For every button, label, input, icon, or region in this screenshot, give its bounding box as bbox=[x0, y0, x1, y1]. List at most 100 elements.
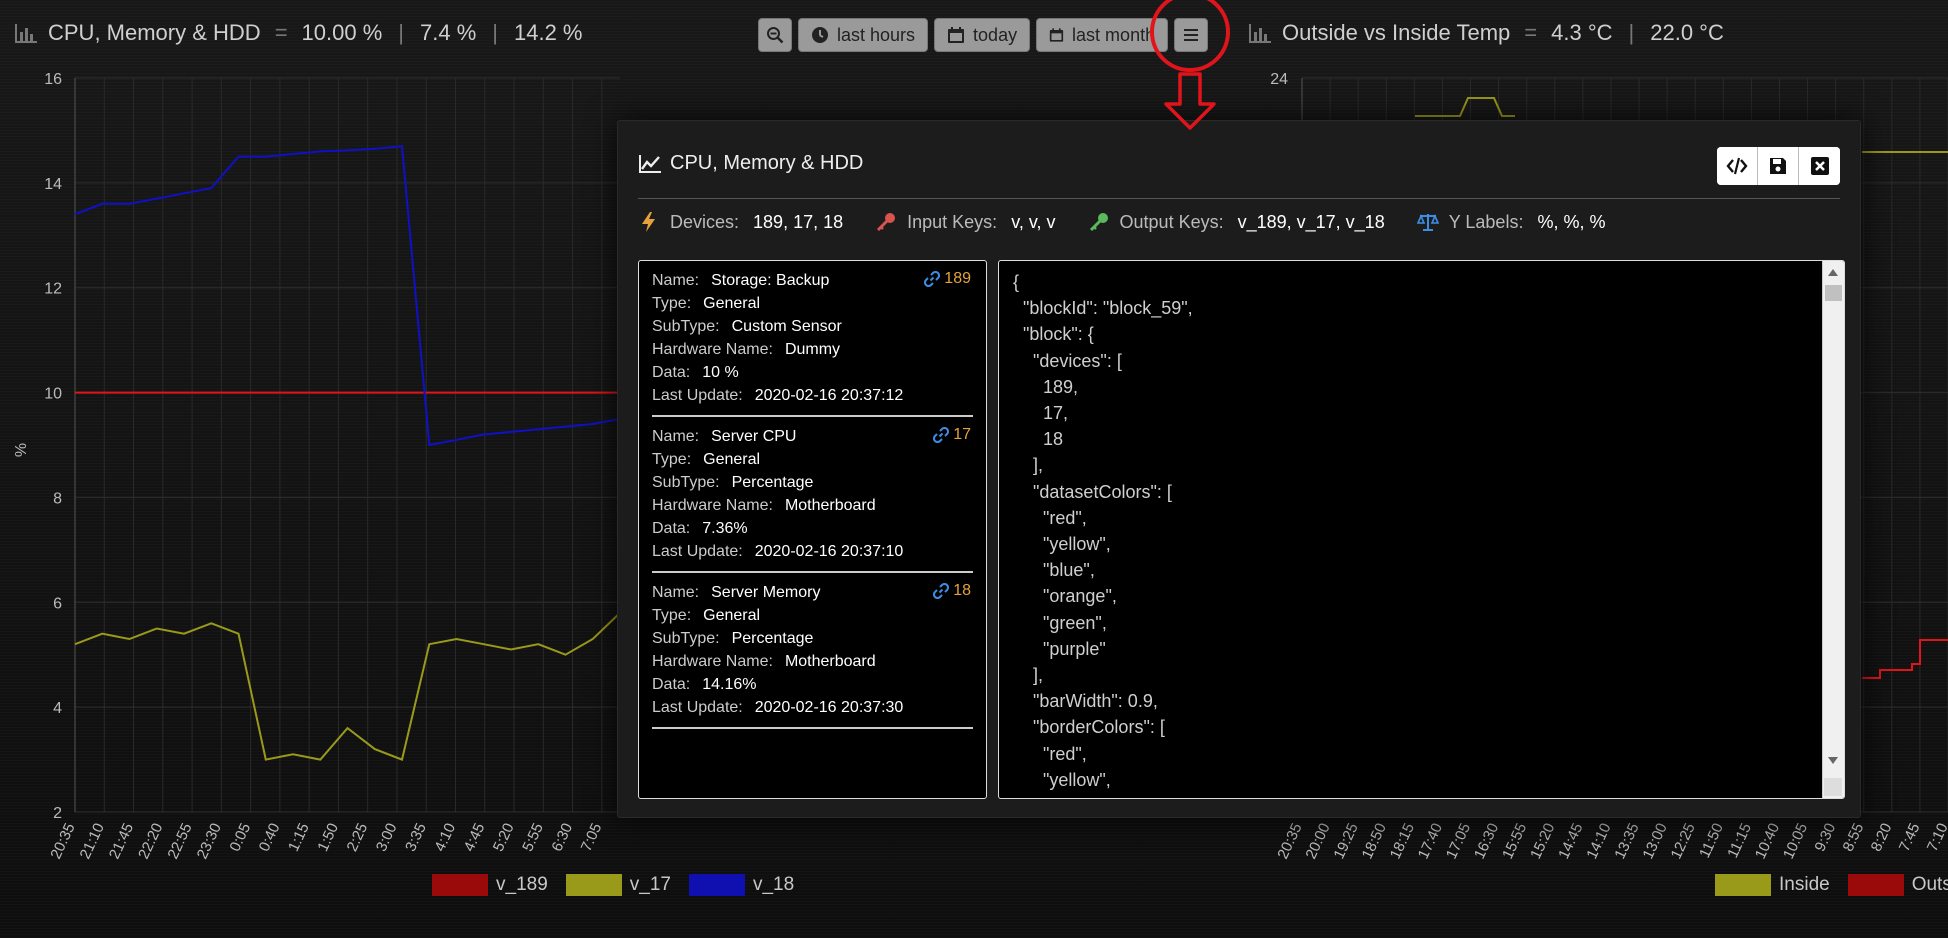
save-button[interactable] bbox=[1758, 147, 1799, 185]
x-tick-label: 20:00 bbox=[1302, 821, 1333, 862]
device-field-type: Type: General bbox=[652, 294, 761, 312]
key-icon bbox=[1089, 213, 1108, 232]
devices-panel: Name: Storage: Backup Type: General SubType:… bbox=[638, 260, 987, 799]
last-hours-label: last hours bbox=[837, 24, 916, 45]
device-link[interactable]: 17 bbox=[933, 426, 971, 444]
calendar-icon bbox=[948, 27, 965, 43]
x-tick-label: 17:05 bbox=[1443, 821, 1474, 862]
x-tick-label: 11:15 bbox=[1724, 821, 1755, 861]
close-icon bbox=[1810, 157, 1829, 175]
x-tick-label: 7:05 bbox=[578, 821, 606, 855]
legend-item[interactable]: v_189 bbox=[432, 874, 548, 896]
device-field-hardware: Hardware Name: Motherboard bbox=[652, 496, 876, 514]
cpu-chart-header: CPU, Memory & HDD = 10.00 % | 7.4 % | 14… bbox=[14, 20, 582, 46]
legend-item[interactable]: Inside bbox=[1715, 874, 1830, 896]
x-tick-label: 6:30 bbox=[548, 821, 576, 855]
block-json-text[interactable]: { "blockId": "block_59", "block": { "dev… bbox=[1013, 269, 1193, 798]
x-tick-label: 10:40 bbox=[1752, 821, 1783, 862]
last-month-label: last month bbox=[1072, 24, 1156, 45]
devices-value: 189, 17, 18 bbox=[753, 211, 844, 232]
cpu-chart-value-3: 14.2 % bbox=[513, 20, 583, 45]
x-tick-label: 3:00 bbox=[373, 821, 401, 855]
key-icon bbox=[877, 213, 896, 232]
legend-item[interactable]: v_17 bbox=[565, 874, 671, 896]
x-tick-label: 21:45 bbox=[106, 821, 137, 862]
x-tick-label: 13:00 bbox=[1639, 821, 1670, 862]
x-tick-label: 5:20 bbox=[490, 821, 518, 855]
device-field-hardware: Hardware Name: Motherboard bbox=[652, 652, 876, 670]
x-tick-label: 19:25 bbox=[1331, 821, 1362, 862]
editor-scrollbar[interactable] bbox=[1822, 261, 1844, 798]
x-tick-label: 7:10 bbox=[1924, 821, 1948, 855]
last-hours-button[interactable]: last hours bbox=[798, 18, 929, 52]
y-tick-label: 10 bbox=[44, 386, 62, 403]
block-json-editor[interactable]: { "blockId": "block_59", "block": { "dev… bbox=[998, 260, 1845, 799]
y-labels-value: %, %, % bbox=[1537, 211, 1606, 232]
input-keys-label: Input Keys: bbox=[907, 211, 998, 232]
x-tick-label: 16:30 bbox=[1471, 821, 1502, 862]
legend-item[interactable]: Outside bbox=[1847, 874, 1948, 896]
zoom-out-button[interactable] bbox=[758, 18, 792, 52]
x-tick-label: 22:20 bbox=[135, 821, 166, 862]
resize-grip-icon[interactable] bbox=[1824, 778, 1842, 796]
x-tick-label: 15:55 bbox=[1499, 821, 1530, 862]
device-field-subtype: SubType: Custom Sensor bbox=[652, 317, 842, 335]
scroll-up-icon[interactable] bbox=[1828, 269, 1838, 276]
temp-chart-header: Outside vs Inside Temp = 4.3 °C | 22.0 °… bbox=[1248, 20, 1724, 46]
close-button[interactable] bbox=[1799, 147, 1840, 185]
device-field-type: Type: General bbox=[652, 606, 761, 624]
x-tick-label: 14:45 bbox=[1555, 821, 1586, 862]
x-tick-label: 23:30 bbox=[194, 821, 225, 862]
y-tick-label: 8 bbox=[53, 490, 62, 507]
bar-chart-icon bbox=[15, 24, 37, 43]
cpu-chart-value-2: 7.4 % bbox=[420, 20, 477, 45]
x-tick-label: 7:45 bbox=[1896, 821, 1924, 855]
temp-chart-value-2: 22.0 °C bbox=[1650, 20, 1724, 45]
y-tick-label: 24 bbox=[1270, 71, 1288, 88]
x-tick-label: 4:45 bbox=[461, 821, 489, 855]
scroll-thumb[interactable] bbox=[1825, 285, 1842, 301]
today-button[interactable]: today bbox=[934, 18, 1031, 52]
area-chart-icon bbox=[639, 154, 661, 173]
device-field-data: Data: 10 % bbox=[652, 363, 739, 381]
x-tick-label: 0:05 bbox=[226, 821, 254, 855]
cpu-chart-legend: v_189 v_17 v_18 bbox=[432, 874, 802, 896]
y-tick-label: 12 bbox=[44, 281, 62, 298]
x-tick-label: 15:20 bbox=[1527, 821, 1558, 862]
device-field-hardware: Hardware Name: Dummy bbox=[652, 340, 841, 358]
bolt-icon bbox=[642, 212, 655, 232]
x-tick-label: 18:50 bbox=[1359, 821, 1390, 862]
output-keys-value: v_189, v_17, v_18 bbox=[1237, 211, 1385, 232]
today-label: today bbox=[973, 24, 1018, 45]
view-code-button[interactable] bbox=[1717, 147, 1758, 185]
y-tick-label: 2 bbox=[53, 805, 62, 822]
series-line-v_17 bbox=[74, 612, 620, 761]
series-line-v_18 bbox=[74, 145, 620, 447]
device-field-last-update: Last Update: 2020-02-16 20:37:12 bbox=[652, 386, 904, 404]
x-tick-label: 10:05 bbox=[1780, 821, 1811, 862]
legend-item[interactable]: v_18 bbox=[688, 874, 794, 896]
calendar-icon bbox=[1049, 28, 1064, 42]
x-tick-label: 11:50 bbox=[1696, 821, 1727, 861]
x-tick-label: 2:25 bbox=[344, 821, 372, 855]
device-card: Name: Storage: Backup Type: General SubType:… bbox=[652, 267, 973, 417]
y-tick-label: 14 bbox=[44, 176, 62, 193]
input-keys-value: v, v, v bbox=[1011, 211, 1056, 232]
equals-sign: = bbox=[274, 20, 288, 45]
last-month-button[interactable]: last month bbox=[1036, 18, 1169, 52]
temp-chart-value-1: 4.3 °C bbox=[1551, 20, 1613, 45]
scroll-down-icon[interactable] bbox=[1828, 757, 1838, 764]
link-icon bbox=[933, 583, 950, 599]
device-link[interactable]: 18 bbox=[933, 582, 971, 600]
x-tick-label: 13:35 bbox=[1611, 821, 1642, 862]
device-field-subtype: SubType: Percentage bbox=[652, 473, 814, 491]
device-field-last-update: Last Update: 2020-02-16 20:37:10 bbox=[652, 542, 904, 560]
block-config-modal: CPU, Memory & HDD Devices: 189, 17, 18 I… bbox=[617, 120, 1861, 818]
modal-actions bbox=[1717, 147, 1840, 185]
series-line-Outside bbox=[1862, 639, 1948, 679]
device-field-name: Name: Server CPU bbox=[652, 427, 797, 445]
zoom-out-icon bbox=[767, 27, 784, 44]
device-link[interactable]: 189 bbox=[924, 270, 971, 288]
block-info-row: Devices: 189, 17, 18 Input Keys: v, v, v… bbox=[638, 211, 1627, 233]
x-tick-label: 20:35 bbox=[47, 821, 78, 862]
